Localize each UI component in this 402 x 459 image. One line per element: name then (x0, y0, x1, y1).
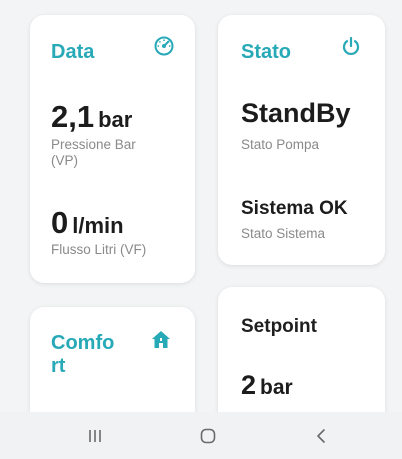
setpoint-card-title: Setpoint (241, 316, 317, 337)
home-icon[interactable] (150, 329, 172, 351)
pressure-number: 2,1 (51, 99, 95, 134)
system-navigation-bar (0, 412, 402, 459)
screen: Data 2,1 bar Pressione Bar (VP) 0 l/min Fl… (0, 0, 402, 459)
setpoint-value: 2 bar (241, 370, 293, 401)
recent-apps-icon[interactable] (80, 422, 110, 450)
setpoint-unit: bar (260, 376, 293, 399)
speedometer-icon[interactable] (153, 35, 175, 57)
pump-state-label: Stato Pompa (241, 137, 320, 152)
comfort-title-line2: rt (51, 355, 66, 377)
flow-unit: l/min (72, 213, 124, 238)
stato-card[interactable]: Stato StandBy Stato Pompa Sistema OK Sta… (218, 15, 385, 265)
pressure-unit: bar (98, 107, 133, 132)
system-state: Sistema OK (241, 198, 348, 219)
setpoint-number: 2 (241, 370, 257, 400)
comfort-title-line1: Comfo (51, 332, 115, 354)
home-nav-icon[interactable] (193, 422, 223, 450)
pump-state: StandBy (241, 98, 351, 128)
power-icon[interactable] (340, 35, 362, 57)
stato-card-title: Stato (241, 41, 291, 63)
data-card-title: Data (51, 41, 95, 63)
pressure-label: Pressione Bar (VP) (51, 137, 136, 169)
comfort-card-title: Comfo rt (51, 332, 114, 378)
system-state-label: Stato Sistema (241, 226, 326, 241)
flow-value: 0 l/min (51, 205, 124, 241)
back-icon[interactable] (306, 422, 336, 450)
flow-label: Flusso Litri (VF) (51, 242, 147, 257)
flow-number: 0 (51, 205, 69, 240)
pressure-value: 2,1 bar (51, 99, 132, 135)
data-card[interactable]: Data 2,1 bar Pressione Bar (VP) 0 l/min Fl… (30, 15, 195, 283)
